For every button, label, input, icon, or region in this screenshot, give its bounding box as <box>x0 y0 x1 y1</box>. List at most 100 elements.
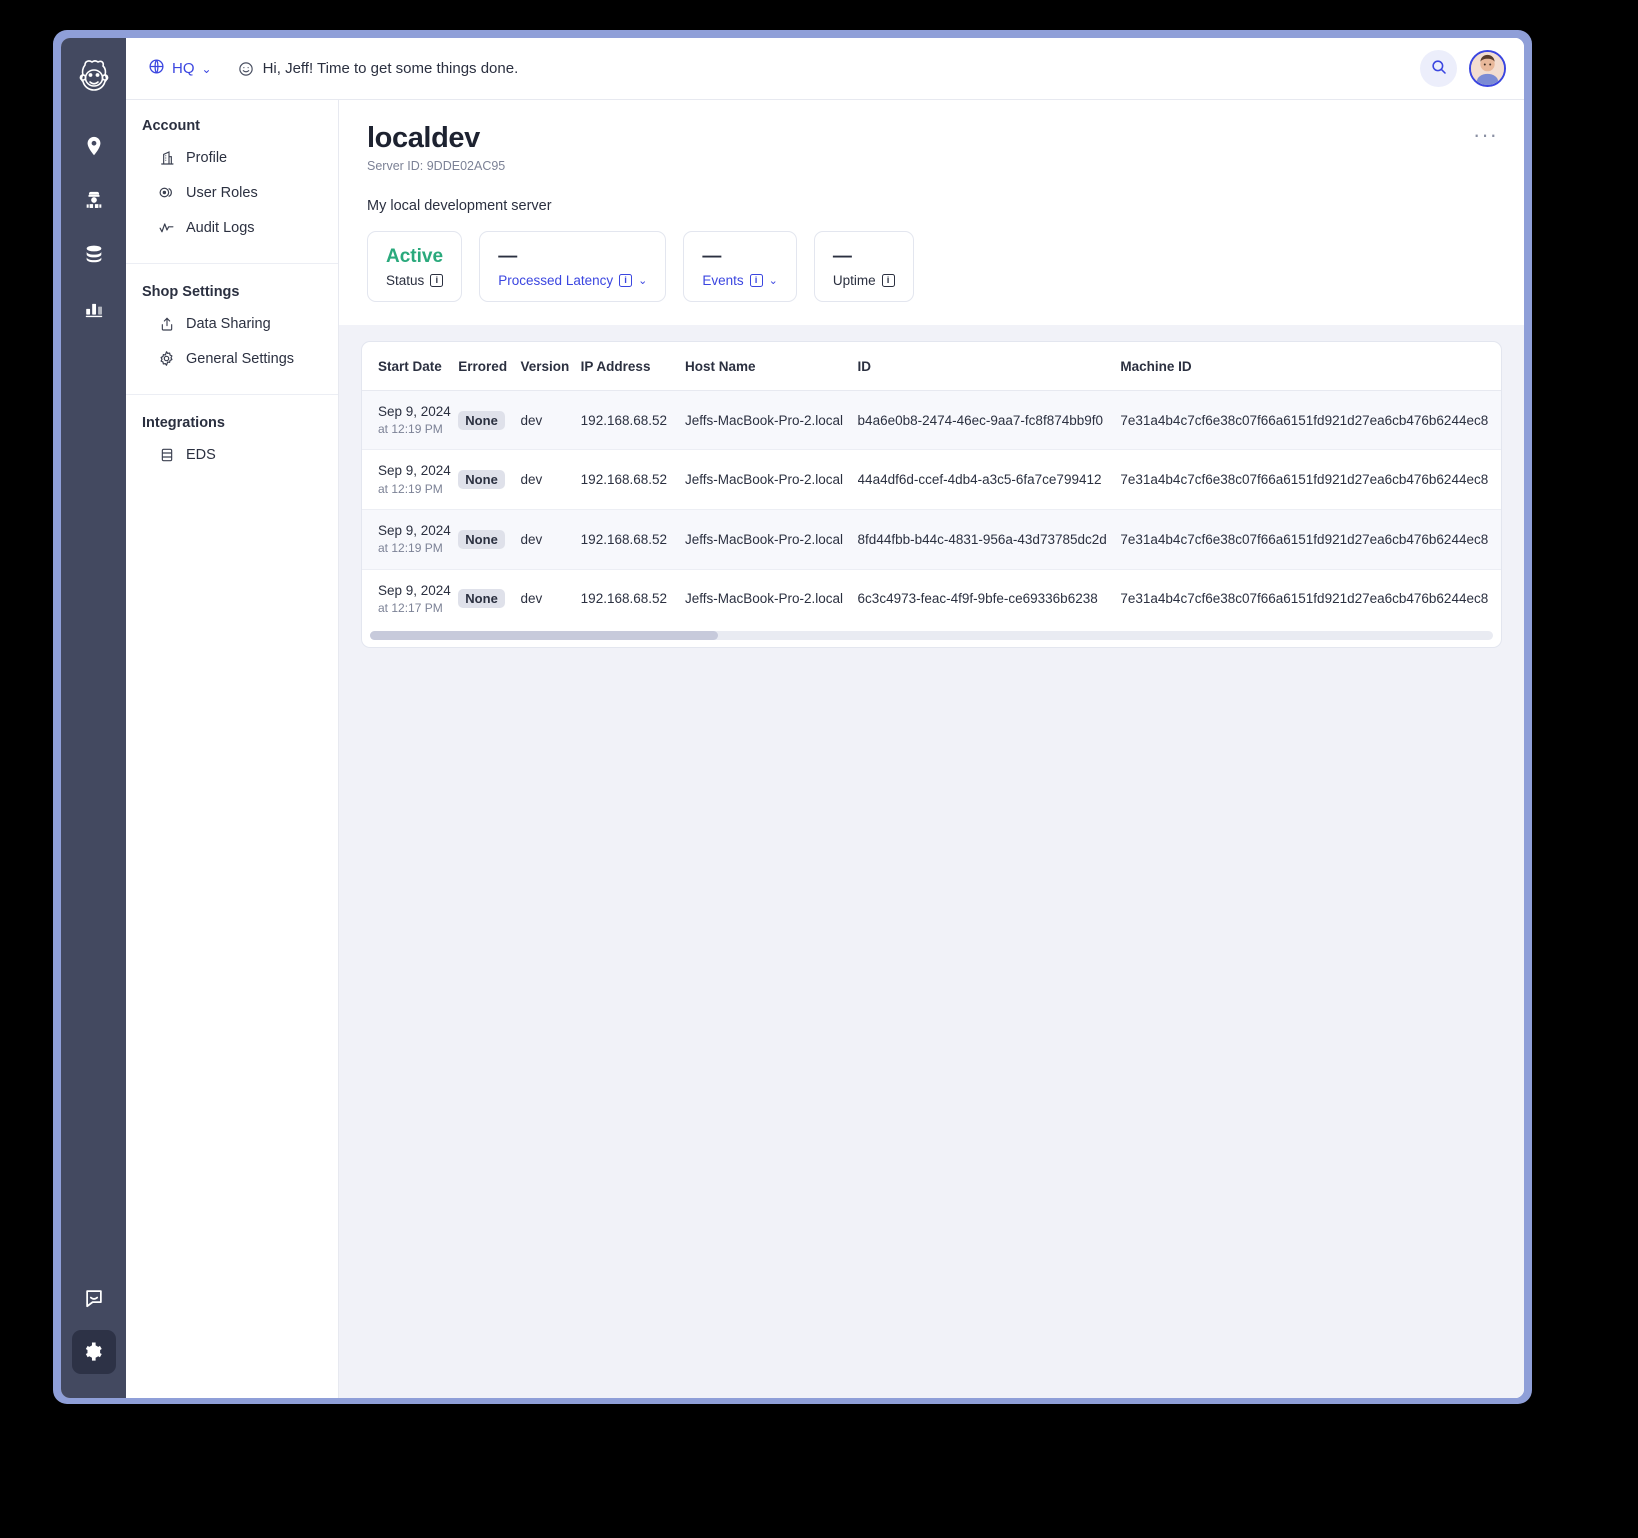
column-header-version[interactable]: Version <box>520 341 581 391</box>
settings-sidebar: Account Profile User Roles Audit Logs Sh… <box>126 100 339 1398</box>
cell-date-value: Sep 9, 2024 <box>378 463 451 479</box>
cell-machine-id: 7e31a4b4c7cf6e38c07f66a6151fd921d27ea6cb… <box>1120 449 1501 510</box>
search-icon <box>1430 58 1448 79</box>
org-switcher[interactable]: HQ ⌄ <box>148 58 212 79</box>
stat-value: Active <box>386 246 444 267</box>
cell-start-date: Sep 9, 2024 at 12:19 PM <box>362 390 459 451</box>
cell-ip-address: 192.168.68.52 <box>580 591 668 607</box>
stat-card-events[interactable]: — Events i ⌄ <box>683 231 797 302</box>
cell-errored: None <box>458 509 521 570</box>
cell-time-value: at 12:19 PM <box>378 541 443 556</box>
nav-group-integrations: Integrations EDS <box>126 394 338 472</box>
rail-item-settings[interactable] <box>71 1330 116 1374</box>
page-title: localdev <box>367 122 480 154</box>
rail-item-staff[interactable] <box>72 178 116 222</box>
cell-id: 6c3c4973-feac-4f9f-9bfe-ce69336b6238 <box>857 591 1098 607</box>
stat-value: — <box>832 246 852 267</box>
rail-item-data[interactable] <box>72 232 116 276</box>
content-area: ··· localdev Server ID: 9DDE02AC95 My lo… <box>339 100 1524 1398</box>
cell-errored: None <box>458 449 521 510</box>
cell-ip-address: 192.168.68.52 <box>580 390 685 451</box>
sidebar-item-data-sharing[interactable]: Data Sharing <box>126 306 338 341</box>
server-id: Server ID: 9DDE02AC95 <box>367 159 506 173</box>
table-row[interactable]: Sep 9, 2024 at 12:17 PM None dev 192.168… <box>362 569 1501 628</box>
table-scroll-viewport[interactable]: Start Date Errored Version IP Address Ho… <box>362 341 1501 629</box>
roles-icon <box>158 184 175 201</box>
cell-start-date: Sep 9, 2024 at 12:19 PM <box>362 449 459 510</box>
table-row[interactable]: Sep 9, 2024 at 12:19 PM None dev 192.168… <box>362 449 1501 510</box>
scrollbar-thumb[interactable] <box>370 631 719 641</box>
nav-group-title: Integrations <box>142 415 225 431</box>
share-icon <box>158 315 175 332</box>
column-header-start-date[interactable]: Start Date <box>362 341 459 391</box>
page-header: ··· localdev Server ID: 9DDE02AC95 My lo… <box>339 100 1524 325</box>
stat-card-uptime: — Uptime i <box>813 231 914 302</box>
sidebar-item-general-settings[interactable]: General Settings <box>126 341 338 376</box>
sidebar-item-profile[interactable]: Profile <box>126 140 338 175</box>
rail-item-messages[interactable] <box>72 1276 116 1320</box>
cell-machine-id: 7e31a4b4c7cf6e38c07f66a6151fd921d27ea6cb… <box>1120 591 1489 607</box>
cell-machine-id: 7e31a4b4c7cf6e38c07f66a6151fd921d27ea6cb… <box>1120 509 1501 570</box>
cell-version: dev <box>520 591 543 607</box>
nav-group-title: Shop Settings <box>142 284 240 300</box>
cell-host-name: Jeffs-MacBook-Pro-2.local <box>685 390 858 451</box>
search-button[interactable] <box>1420 50 1457 87</box>
stat-label[interactable]: Events i ⌄ <box>702 273 778 288</box>
cell-id: 44a4df6d-ccef-4db4-a3c5-6fa7ce799412 <box>857 449 1121 510</box>
status-badge: None <box>458 410 505 430</box>
nav-group-shop-settings: Shop Settings Data Sharing General Setti… <box>126 263 338 376</box>
info-icon[interactable]: i <box>749 273 763 287</box>
stat-value: — <box>702 246 722 267</box>
rail-item-locations[interactable] <box>72 124 116 168</box>
info-icon[interactable]: i <box>881 273 895 287</box>
stat-card-processed-latency[interactable]: — Processed Latency i ⌄ <box>479 231 667 302</box>
monkey-logo[interactable] <box>72 54 116 98</box>
cell-version: dev <box>520 390 581 451</box>
info-icon[interactable]: i <box>619 273 633 287</box>
cell-time-value: at 12:19 PM <box>378 422 443 437</box>
column-header-errored[interactable]: Errored <box>458 341 521 391</box>
cell-ip-address: 192.168.68.52 <box>580 449 685 510</box>
cell-date-value: Sep 9, 2024 <box>378 403 451 419</box>
avatar[interactable] <box>1469 50 1506 87</box>
greeting-text: Hi, Jeff! Time to get some things done. <box>262 60 519 77</box>
sidebar-item-label: General Settings <box>186 350 295 367</box>
table-panel: Start Date Errored Version IP Address Ho… <box>339 324 1524 1398</box>
sidebar-item-eds[interactable]: EDS <box>126 437 338 472</box>
chevron-down-icon[interactable]: ⌄ <box>769 274 778 287</box>
server-description: My local development server <box>367 198 552 214</box>
cell-machine-id: 7e31a4b4c7cf6e38c07f66a6151fd921d27ea6cb… <box>1120 390 1501 451</box>
table-row[interactable]: Sep 9, 2024 at 12:19 PM None dev 192.168… <box>362 509 1501 570</box>
stat-label[interactable]: Processed Latency i ⌄ <box>498 273 647 288</box>
cell-id: 8fd44fbb-b44c-4831-956a-43d73785dc2d <box>857 509 1121 570</box>
globe-icon <box>148 58 165 79</box>
table-row[interactable]: Sep 9, 2024 at 12:19 PM None dev 192.168… <box>362 390 1501 451</box>
column-header-ip-address[interactable]: IP Address <box>580 341 685 391</box>
app-window: HQ ⌄ Hi, Jeff! Time to get some things d… <box>53 30 1532 1404</box>
desktop-background: HQ ⌄ Hi, Jeff! Time to get some things d… <box>0 0 1638 1538</box>
column-header-machine-id[interactable]: Machine ID <box>1120 341 1501 391</box>
stat-label: Uptime i <box>833 273 895 288</box>
cell-id: b4a6e0b8-2474-46ec-9aa7-fc8f874bb9f0 <box>857 390 1121 451</box>
cell-date-value: Sep 9, 2024 <box>378 523 451 538</box>
sidebar-item-label: User Roles <box>186 184 258 201</box>
sidebar-item-audit-logs[interactable]: Audit Logs <box>126 210 338 245</box>
sessions-table-card: Start Date Errored Version IP Address Ho… <box>361 340 1502 649</box>
info-icon[interactable]: i <box>430 273 444 287</box>
stat-card-status: Active Status i <box>367 231 463 302</box>
smiley-icon <box>238 61 254 77</box>
column-header-id[interactable]: ID <box>857 341 1121 391</box>
chevron-down-icon: ⌄ <box>201 61 212 76</box>
stat-label-text: Status <box>386 272 425 288</box>
cell-version: dev <box>520 449 581 510</box>
chevron-down-icon[interactable]: ⌄ <box>638 274 647 287</box>
stat-value: — <box>498 246 518 267</box>
cell-host-name: Jeffs-MacBook-Pro-2.local <box>685 591 844 607</box>
greeting: Hi, Jeff! Time to get some things done. <box>238 60 519 77</box>
table-horizontal-scrollbar[interactable] <box>370 631 1493 641</box>
rail-item-reports[interactable] <box>72 286 116 330</box>
sidebar-item-user-roles[interactable]: User Roles <box>126 175 338 210</box>
database-icon <box>158 446 175 463</box>
more-options-button[interactable]: ··· <box>1473 124 1498 146</box>
column-header-host-name[interactable]: Host Name <box>685 341 858 391</box>
